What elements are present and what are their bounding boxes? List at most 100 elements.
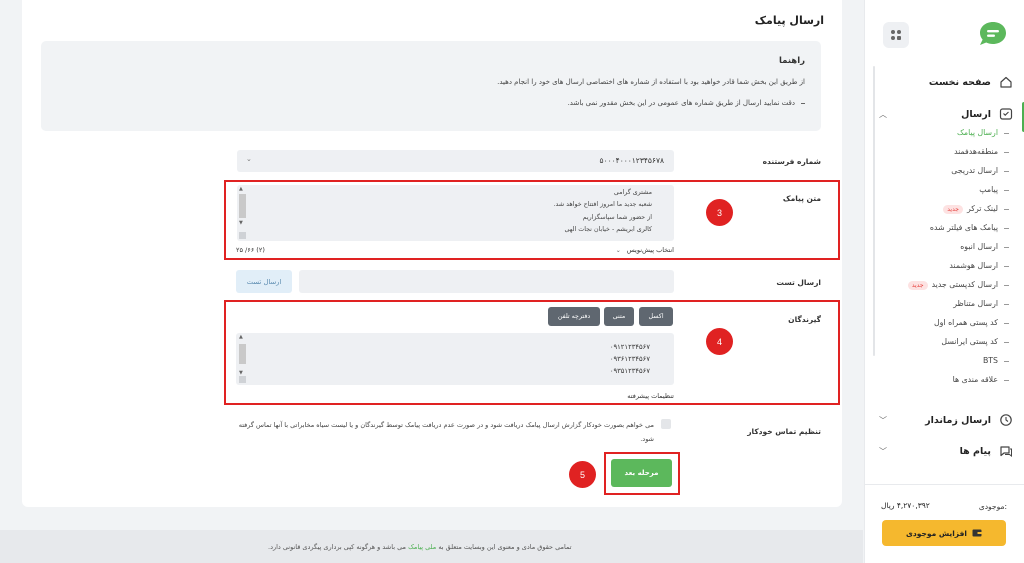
sidebar-subitem[interactable]: پیامپ [865, 182, 1024, 200]
sidebar-subitem-text: ارسال کدپستی جدید [931, 280, 998, 289]
auto-contact-label: تنظیم تماس خودکار [747, 427, 821, 436]
presets-dropdown[interactable]: انتخاب پیش‌نویس ⌄ [616, 246, 674, 254]
resize-handle[interactable] [239, 232, 246, 239]
next-step-button[interactable]: مرحله بعد [611, 459, 672, 487]
sidebar-subitem-label: ارسال انبوه [960, 242, 998, 251]
test-number-input[interactable] [299, 270, 674, 293]
guide-text: از طریق این بخش شما قادر خواهید بود با ا… [497, 78, 805, 86]
message-line: مشتری گرامی [613, 189, 652, 196]
dash-icon [1004, 380, 1009, 381]
sidebar-subitem[interactable]: کد پستی همراه اول [865, 315, 1024, 333]
dash-icon [1004, 228, 1009, 229]
new-badge: جدید [943, 204, 963, 214]
advanced-settings-link[interactable]: تنظیمات پیشرفته [627, 392, 674, 400]
chevron-down-icon: ⌄ [246, 155, 252, 163]
sidebar-subitem-label: کد پستی همراه اول [934, 318, 998, 327]
sidebar-subitem[interactable]: منطقه‌هدفمند [865, 144, 1024, 162]
grid-icon [891, 30, 901, 40]
scroll-thumb[interactable] [239, 194, 246, 218]
clock-icon [1000, 414, 1012, 426]
sidebar-item-scheduled[interactable]: ارسال زماندار ﹀ [865, 409, 1024, 431]
sidebar-subitem[interactable]: کد پستی ایرانسل [865, 334, 1024, 352]
sidebar-subitem[interactable]: لینک ترکرجدید [865, 201, 1024, 219]
sidebar-subitem-label: لینک ترکرجدید [943, 204, 998, 214]
sidebar-subitem[interactable]: ارسال کدپستی جدیدجدید [865, 277, 1024, 295]
chevron-down-icon: ﹀ [879, 415, 887, 425]
sidebar-item-label: ارسال [961, 108, 991, 120]
sidebar-subitem-text: لینک ترکر [966, 204, 998, 213]
sidebar-subitem-label: پیامک های فیلتر شده [929, 223, 998, 232]
sidebar-subitem[interactable]: BTS [865, 353, 1024, 371]
sidebar-subitem[interactable]: ارسال تدریجی [865, 163, 1024, 181]
receivers-textarea[interactable]: ۰۹۱۲۱۲۳۴۵۶۷ ۰۹۳۶۱۲۳۴۵۶۷ ۰۹۳۵۱۲۳۴۵۶۷ ▲ ▼ [236, 333, 674, 385]
message-textarea[interactable]: مشتری گرامی شعبه جدید ما امروز افتتاح خو… [237, 185, 674, 241]
wallet-icon [972, 529, 982, 537]
message-scrollbar[interactable]: ▲ ▼ [239, 186, 246, 238]
receiver-number: ۰۹۳۵۱۲۳۴۵۶۷ [609, 367, 650, 375]
sidebar: صفحه نخست ارسال ︿ ارسال پیامک منطقه‌هدفم… [864, 0, 1024, 563]
character-counter: (۲) ۶۶/ ۲۵ [236, 246, 265, 254]
guide-note: دقت نمایید ارسال از طریق شماره های عمومی… [568, 99, 805, 107]
sidebar-item-label: پیام ها [959, 445, 991, 457]
scroll-up-icon[interactable]: ▲ [239, 334, 243, 340]
sidebar-subitem-label: ارسال هوشمند [949, 261, 998, 270]
scroll-thumb[interactable] [239, 344, 246, 364]
balance-value: ۴,۲۷۰,۳۹۲ ریال [881, 501, 930, 510]
text-button[interactable]: متنی [604, 307, 634, 326]
new-badge: جدید [907, 280, 928, 290]
home-icon [1000, 76, 1012, 88]
auto-contact-checkbox[interactable] [661, 419, 671, 429]
sidebar-subitem[interactable]: ارسال انبوه [865, 239, 1024, 257]
sidebar-nav: صفحه نخست ارسال ︿ ارسال پیامک منطقه‌هدفم… [865, 66, 1024, 484]
sidebar-item-messages[interactable]: پیام ها ﹀ [865, 440, 1024, 462]
dash-icon [1004, 190, 1009, 191]
sidebar-subitem[interactable]: ارسال پیامک [865, 125, 1024, 143]
phonebook-button[interactable]: دفترچه تلفن [548, 307, 600, 326]
dash-icon [1004, 133, 1009, 134]
sidebar-subitem[interactable]: پیامک های فیلتر شده [865, 220, 1024, 238]
message-line: کالری ابریشم - خیابان نجات الهی [564, 226, 652, 233]
auto-contact-description: می خواهم بصورت خودکار گزارش ارسال پیامک … [238, 421, 654, 443]
sidebar-item-home[interactable]: صفحه نخست [865, 71, 1024, 93]
guide-title: راهنما [778, 56, 805, 66]
dash-icon [1004, 152, 1009, 153]
balance-box: موجودی: ۴,۲۷۰,۳۹۲ ریال افزایش موجودی [865, 484, 1024, 563]
sidebar-subitem[interactable]: علاقه مندی ها [865, 372, 1024, 390]
sidebar-subitem-label: پیامپ [979, 185, 998, 194]
sender-select[interactable]: ۵۰۰۰۴۰۰۰۱۲۳۴۵۶۷۸ ⌄ [237, 150, 674, 172]
guide-note-text: دقت نمایید ارسال از طریق شماره های عمومی… [567, 99, 795, 107]
main-card: ارسال پیامک راهنما از طریق این بخش شما ق… [22, 0, 842, 507]
dash-icon [801, 102, 805, 104]
scroll-up-icon[interactable]: ▲ [239, 186, 243, 192]
sidebar-item-send[interactable]: ارسال ︿ [865, 103, 1024, 125]
excel-button[interactable]: اکسل [639, 307, 673, 326]
message-line: از حضور شما سپاسگزاریم [582, 214, 652, 221]
scroll-down-icon[interactable]: ▼ [239, 220, 243, 226]
increase-balance-label: افزایش موجودی [906, 528, 967, 538]
annotation-badge-4: 4 [706, 328, 733, 355]
brand-link[interactable]: ملی پیامک [408, 543, 436, 551]
sidebar-subitem-label: ارسال متناظر [953, 299, 998, 308]
footer: تمامی حقوق مادی و معنوی این وبسایت متعلق… [0, 530, 863, 563]
sidebar-subitem-label: ارسال کدپستی جدیدجدید [907, 280, 998, 290]
chevron-up-icon: ︿ [879, 109, 887, 119]
sidebar-subitem[interactable]: ارسال متناظر [865, 296, 1024, 314]
receiver-number: ۰۹۱۲۱۲۳۴۵۶۷ [609, 343, 650, 351]
guide-box: راهنما از طریق این بخش شما قادر خواهید ب… [41, 41, 821, 131]
sidebar-item-label: ارسال زماندار [925, 414, 991, 426]
resize-handle[interactable] [239, 376, 246, 383]
increase-balance-button[interactable]: افزایش موجودی [882, 520, 1006, 546]
dash-icon [1004, 209, 1009, 210]
presets-label: انتخاب پیش‌نویس [626, 246, 674, 254]
apps-button[interactable] [883, 22, 909, 48]
test-send-button[interactable]: ارسال تست [236, 270, 292, 293]
balance-label: موجودی: [978, 502, 1007, 511]
message-square-icon [999, 108, 1013, 120]
test-label: ارسال تست [776, 278, 821, 287]
logo-icon [980, 22, 1006, 45]
sidebar-subitem[interactable]: ارسال هوشمند [865, 258, 1024, 276]
message-line: شعبه جدید ما امروز افتتاح خواهد شد. [553, 201, 652, 208]
page-title: ارسال پیامک [754, 14, 824, 27]
chat-icon [1000, 446, 1012, 457]
sidebar-subitem-label: منطقه‌هدفمند [954, 147, 998, 156]
